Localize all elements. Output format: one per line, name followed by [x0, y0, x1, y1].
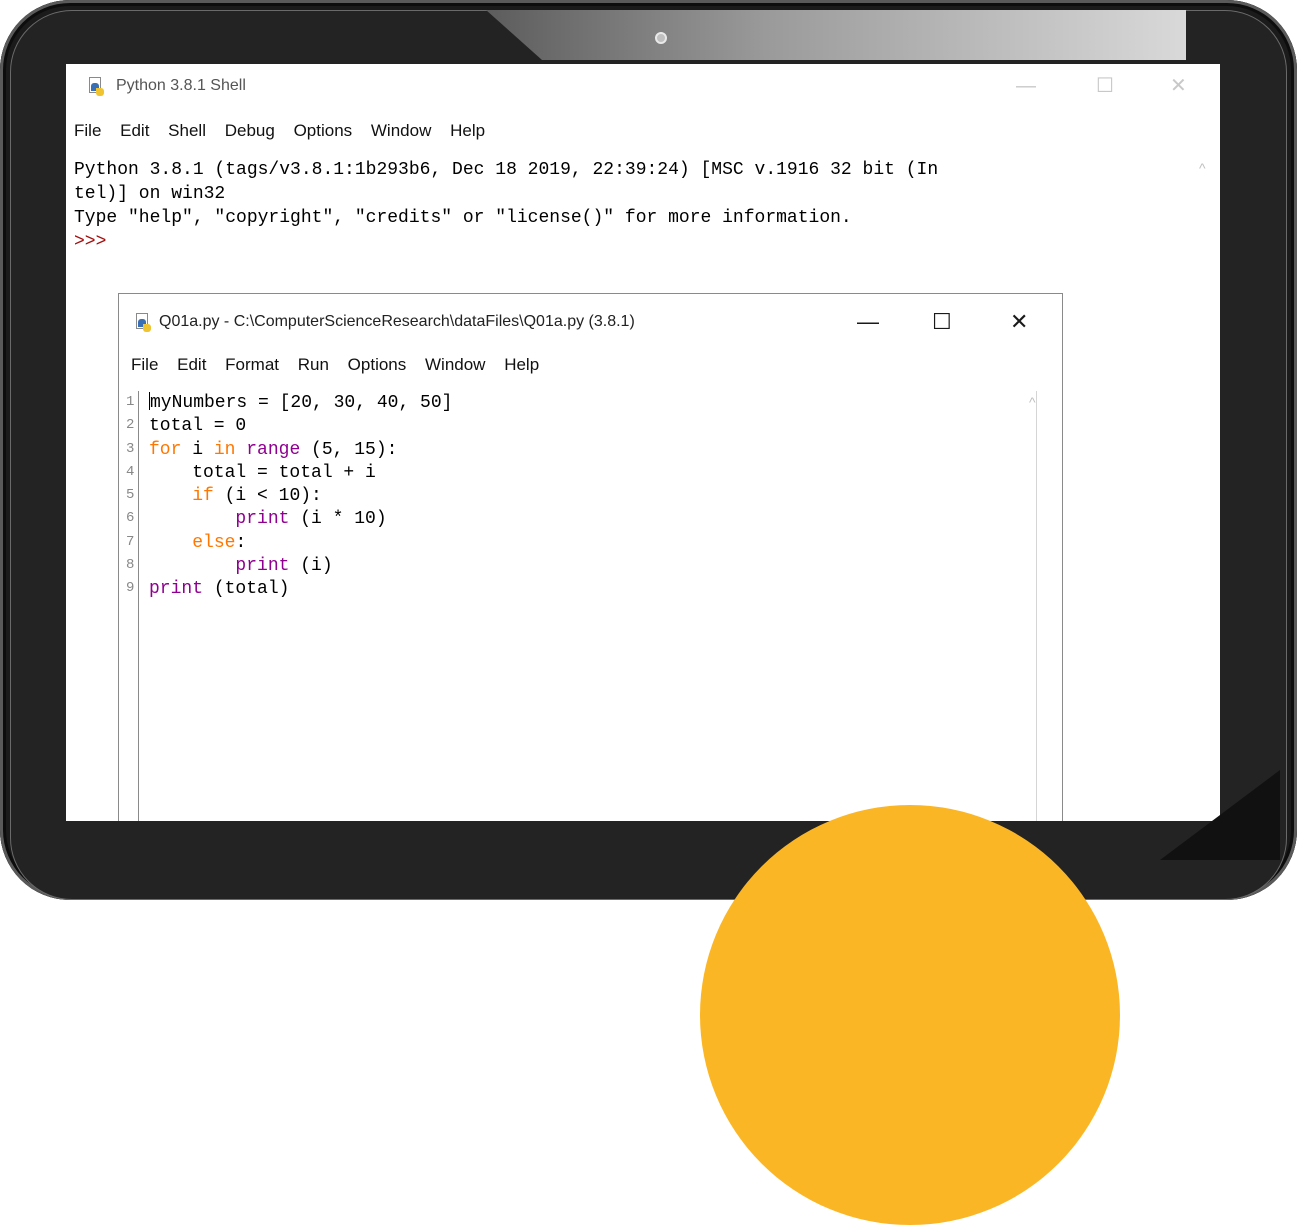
- screen: Python 3.8.1 Shell — ☐ ✕ File Edit Shell…: [66, 64, 1220, 821]
- line-number: 3: [126, 440, 135, 457]
- bezel-glare: [486, 10, 1186, 60]
- editor-menubar: File Edit Format Run Options Window Help: [131, 355, 553, 375]
- code-line: else:: [192, 532, 247, 553]
- menu-file[interactable]: File: [74, 121, 101, 140]
- python-file-icon: [133, 313, 153, 333]
- shell-line: tel)] on win32: [74, 184, 226, 204]
- menu-window[interactable]: Window: [425, 355, 485, 374]
- code-line: if (i < 10):: [192, 486, 322, 507]
- menu-edit[interactable]: Edit: [120, 121, 149, 140]
- code-line: print (i): [235, 556, 333, 577]
- line-number: 9: [126, 580, 135, 597]
- shell-prompt: >>>: [74, 232, 107, 252]
- shell-window-title: Python 3.8.1 Shell: [116, 77, 246, 94]
- code-line: total = 0: [149, 416, 247, 437]
- text-cursor: [149, 392, 150, 410]
- shell-line: Python 3.8.1 (tags/v3.8.1:1b293b6, Dec 1…: [74, 160, 939, 180]
- line-number: 4: [126, 463, 135, 480]
- editor-window-title: Q01a.py - C:\ComputerScienceResearch\dat…: [159, 313, 635, 330]
- scroll-up-icon[interactable]: ^: [1199, 160, 1206, 176]
- code-line: print (total): [149, 579, 290, 600]
- shell-titlebar[interactable]: Python 3.8.1 Shell — ☐ ✕: [66, 64, 1220, 109]
- minimize-icon[interactable]: —: [1016, 76, 1036, 96]
- editor-titlebar[interactable]: Q01a.py - C:\ComputerScienceResearch\dat…: [119, 294, 1062, 354]
- python-file-icon: [86, 77, 106, 97]
- decorative-circle: [700, 805, 1120, 1225]
- line-number: 7: [126, 533, 135, 550]
- code-line: total = total + i: [149, 462, 376, 483]
- shell-line: Type "help", "copyright", "credits" or "…: [74, 208, 852, 228]
- menu-shell[interactable]: Shell: [168, 121, 206, 140]
- close-icon[interactable]: ✕: [1170, 76, 1187, 96]
- shell-menubar: File Edit Shell Debug Options Window Hel…: [74, 121, 499, 141]
- menu-file[interactable]: File: [131, 355, 158, 374]
- maximize-icon[interactable]: ☐: [1096, 76, 1114, 96]
- menu-run[interactable]: Run: [298, 355, 329, 374]
- menu-debug[interactable]: Debug: [225, 121, 275, 140]
- line-number-gutter: 1 2 3 4 5 6 7 8 9: [126, 391, 139, 821]
- camera-icon: [655, 32, 667, 44]
- menu-edit[interactable]: Edit: [177, 355, 206, 374]
- menu-window[interactable]: Window: [371, 121, 431, 140]
- code-editor[interactable]: myNumbers = [20, 30, 40, 50] total = 0 for…: [149, 392, 452, 602]
- code-line: for i in range (5, 15):: [149, 439, 398, 460]
- minimize-icon[interactable]: —: [857, 311, 879, 333]
- editor-scrollbar[interactable]: [1036, 391, 1037, 821]
- menu-format[interactable]: Format: [225, 355, 279, 374]
- code-line: myNumbers = [20, 30, 40, 50]: [149, 392, 453, 413]
- shell-output[interactable]: Python 3.8.1 (tags/v3.8.1:1b293b6, Dec 1…: [74, 158, 938, 254]
- menu-help[interactable]: Help: [504, 355, 539, 374]
- menu-options[interactable]: Options: [294, 121, 353, 140]
- code-line: print (i * 10): [235, 509, 387, 530]
- line-number: 1: [126, 394, 135, 410]
- close-icon[interactable]: ✕: [1010, 311, 1028, 333]
- line-number: 8: [126, 557, 135, 574]
- menu-options[interactable]: Options: [348, 355, 407, 374]
- line-number: 2: [126, 417, 135, 434]
- menu-help[interactable]: Help: [450, 121, 485, 140]
- scroll-up-icon[interactable]: ^: [1029, 394, 1036, 410]
- line-number: 6: [126, 510, 135, 527]
- maximize-icon[interactable]: ☐: [932, 311, 952, 333]
- editor-window: Q01a.py - C:\ComputerScienceResearch\dat…: [118, 293, 1063, 821]
- line-number: 5: [126, 487, 135, 504]
